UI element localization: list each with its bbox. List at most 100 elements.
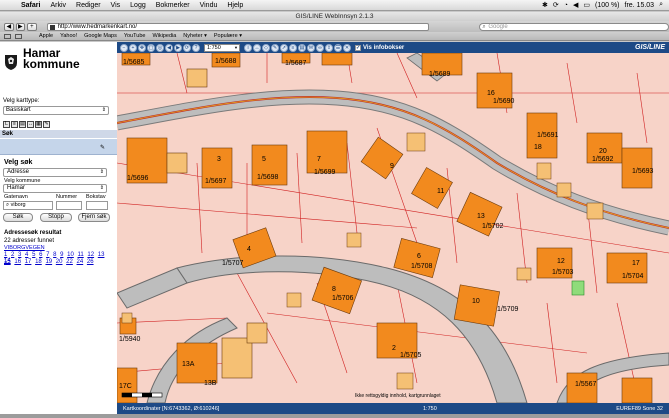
checkbox-checked-icon[interactable]: ✓ [355,44,361,51]
parcel-label[interactable]: 1/5567 [575,381,597,388]
parcel-label[interactable]: 1/5685 [123,59,145,66]
parcel-label[interactable]: 1/5940 [119,336,141,343]
volume-icon[interactable]: ◀ [573,1,578,9]
bookmark-google-maps[interactable]: Google Maps [84,33,117,39]
page-link[interactable]: 22 [66,259,73,265]
page-link[interactable]: 18 [35,259,42,265]
page-link[interactable]: 13 [98,252,105,258]
page-link[interactable]: 5 [32,252,35,258]
parcel-label[interactable]: 1/5691 [537,132,559,139]
pencil-icon[interactable]: ✎ [100,144,105,151]
battery-icon[interactable]: ▭ [583,1,590,9]
parcel-label[interactable]: 1/5693 [632,168,654,175]
parcel-label[interactable]: 1/5709 [497,306,519,313]
add-bookmark-button[interactable]: + [27,22,37,31]
table-icon[interactable]: ▦ [35,121,42,128]
map-canvas[interactable]: 1/5685 1/5688 1/5687 1/5689 1/5690 1/569… [117,53,669,403]
parcel-label[interactable]: 1/5708 [411,263,433,270]
kommune-select[interactable]: Hamar ⇕ [3,184,107,193]
legend-icon[interactable]: ≡ [11,121,18,128]
next-view-icon[interactable]: ▶ [174,43,182,52]
layers-icon[interactable]: ≡ [289,43,297,52]
bookmark-yahoo[interactable]: Yahoo! [60,33,77,39]
full-extent-icon[interactable]: ◎ [156,43,164,52]
parcel-label[interactable]: 1/5697 [205,178,227,185]
parcel-label[interactable]: 1/5706 [332,295,354,302]
parcel-label[interactable]: 1/5707 [222,260,244,267]
forward-button[interactable]: ▶ [15,22,26,31]
print-icon[interactable]: ▤ [19,121,26,128]
zoom-out-icon[interactable]: − [120,43,128,52]
list-icon[interactable]: ☰ [334,43,342,52]
link-icon[interactable]: ∞ [316,43,324,52]
karttype-select[interactable]: Basiskart ⇕ [3,106,109,115]
page-link[interactable]: 3 [18,252,21,258]
menu-hjelp[interactable]: Hjelp [222,2,248,9]
result-street-link[interactable]: VIBORGVEGEN [4,245,45,251]
measure-icon[interactable]: ↔ [27,121,34,128]
export-icon[interactable]: ⇪ [325,43,333,52]
page-link[interactable]: 9 [60,252,63,258]
measure-distance-icon[interactable]: ↔ [253,43,261,52]
parcel-label[interactable]: 1/5705 [400,352,422,359]
layers-icon[interactable]: L [3,121,10,128]
parcel-label[interactable]: 1/5696 [127,175,149,182]
page-link[interactable]: 7 [46,252,49,258]
nummer-input[interactable] [56,201,82,210]
page-link[interactable]: 19 [45,259,52,265]
reading-list-icon[interactable] [4,33,11,39]
gatenavn-input[interactable]: ⌕ viborg [3,201,53,210]
parcel-label[interactable]: 1/5690 [493,98,515,105]
sok-button[interactable]: Søk [3,213,33,222]
page-link[interactable]: 15 [4,259,11,265]
info-icon[interactable]: i [244,43,252,52]
menu-rediger[interactable]: Rediger [71,2,106,9]
page-link[interactable]: 20 [56,259,63,265]
vis-infobokser-toggle[interactable]: ✓ Vis infobokser [355,44,404,51]
mail-icon[interactable]: ✉ [307,43,315,52]
parcel-label[interactable]: 1/5703 [552,269,574,276]
menubar-clock[interactable]: fre. 15.03 [625,2,655,9]
parcel-label[interactable]: 1/5692 [592,156,614,163]
bokstav-input[interactable] [86,201,108,210]
bookmark-nyheter[interactable]: Nyheter ▾ [183,33,207,39]
menu-safari[interactable]: Safari [16,2,45,9]
draw-icon[interactable]: ✎ [271,43,279,52]
bookmark-apple[interactable]: Apple [39,33,53,39]
page-link[interactable]: 10 [67,252,74,258]
sync-icon[interactable]: ⟳ [553,1,559,9]
parcel-label[interactable]: 1/5702 [482,223,504,230]
bookmark-populaere[interactable]: Populære ▾ [214,33,242,39]
page-link[interactable]: 4 [25,252,28,258]
previous-view-icon[interactable]: ◀ [165,43,173,52]
parcel-label[interactable]: 1/5699 [314,169,336,176]
clear-icon[interactable]: ✕ [343,43,351,52]
top-sites-icon[interactable] [15,33,22,39]
page-link[interactable]: 24 [77,259,84,265]
menu-bokmerker[interactable]: Bokmerker [151,2,195,9]
bookmark-wikipedia[interactable]: Wikipedia [152,33,176,39]
scale-select[interactable]: 1:750 ▼ [204,43,240,52]
page-link[interactable]: 12 [87,252,94,258]
page-link[interactable]: 6 [39,252,42,258]
spotlight-icon[interactable]: ⌕ [659,1,663,9]
parcel-label[interactable]: 1/5687 [285,60,307,67]
search-field[interactable]: ⌕ Google [479,22,669,31]
bookmark-youtube[interactable]: YouTube [124,33,146,39]
page-link[interactable]: 2 [11,252,14,258]
fjern-sok-button[interactable]: Fjern søk [78,213,110,222]
page-link[interactable]: 17 [25,259,32,265]
back-button[interactable]: ◀ [4,22,14,31]
edit-icon[interactable]: ✎ [43,121,50,128]
select-icon[interactable]: ➚ [280,43,288,52]
url-field[interactable]: http://www.hedmarkenkart.no/ [46,22,430,31]
menu-vis[interactable]: Vis [106,2,126,9]
stopp-button[interactable]: Stopp [40,213,72,222]
bluetooth-icon[interactable]: ✱ [542,1,548,9]
pan-icon[interactable]: ✥ [138,43,146,52]
parcel-label[interactable]: 1/5698 [257,174,279,181]
sok-type-select[interactable]: Adresse ⇕ [3,168,107,177]
help-icon[interactable]: ? [192,43,200,52]
highlighted-parcel[interactable] [571,280,585,296]
zoom-in-icon[interactable]: + [129,43,137,52]
